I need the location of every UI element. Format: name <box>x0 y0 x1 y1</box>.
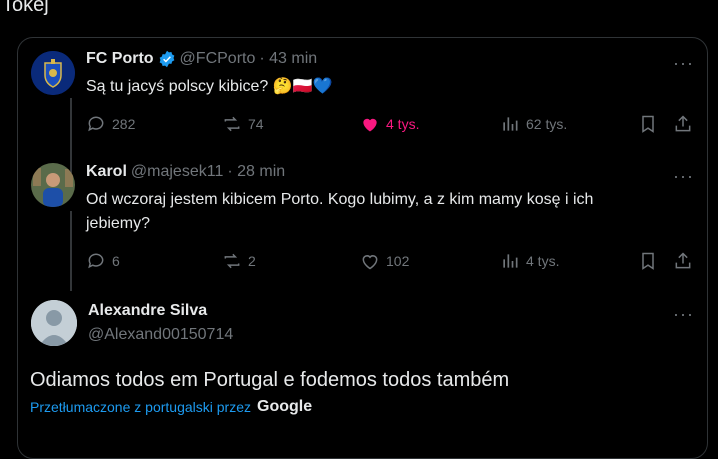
fcporto-name[interactable]: FC Porto <box>86 50 154 68</box>
like-count: 102 <box>386 253 410 269</box>
karol-avatar[interactable] <box>31 163 75 207</box>
reply-icon <box>88 116 104 132</box>
bookmark-button[interactable] <box>638 114 658 134</box>
bookmark-icon <box>642 252 654 270</box>
karol-time[interactable]: · 28 min <box>227 163 285 181</box>
translate-label[interactable]: Przetłumaczone z portugalski przez <box>30 399 251 415</box>
fcporto-header: FC Porto @FCPorto · 43 min <box>86 50 317 68</box>
karol-actions: 6 2 102 4 tys. <box>18 251 707 275</box>
more-icon[interactable]: ··· <box>673 167 694 185</box>
heart-filled-icon <box>363 118 377 132</box>
like-button[interactable]: 4 tys. <box>360 114 419 134</box>
views-button[interactable]: 62 tys. <box>500 114 567 134</box>
repost-icon <box>224 116 240 132</box>
heart-icon <box>362 255 378 270</box>
reply-count: 282 <box>112 116 136 132</box>
karol-handle[interactable]: @majesek11 <box>131 163 223 181</box>
views-icon <box>503 254 518 268</box>
reply-count: 6 <box>112 253 120 269</box>
fcporto-handle[interactable]: @FCPorto <box>180 50 256 68</box>
views-count: 62 tys. <box>526 116 568 132</box>
views-icon <box>503 117 518 131</box>
alexandre-handle-row: @Alexand00150714 <box>84 326 233 344</box>
google-logo: Google <box>257 398 313 415</box>
alexandre-tweet-text: Odiamos todos em Portugal e fodemos todo… <box>30 369 510 391</box>
more-icon[interactable]: ··· <box>673 54 694 72</box>
repost-count: 2 <box>248 253 256 269</box>
share-button[interactable] <box>673 251 693 271</box>
tweet-thread-card: FC Porto @FCPorto · 43 min ··· Są tu jac… <box>17 37 708 459</box>
verified-icon <box>158 50 176 68</box>
bookmark-button[interactable] <box>638 251 658 271</box>
views-button[interactable]: 4 tys. <box>500 251 559 271</box>
views-count: 4 tys. <box>526 253 560 269</box>
share-button[interactable] <box>673 114 693 134</box>
alexandre-handle[interactable]: @Alexand00150714 <box>88 326 233 344</box>
repost-button[interactable]: 74 <box>222 114 264 134</box>
fcporto-tweet-text: Są tu jacyś polscy kibice? 🤔🇵🇱💙 <box>86 78 333 95</box>
fcporto-time[interactable]: · 43 min <box>259 50 317 68</box>
more-icon[interactable]: ··· <box>673 305 694 323</box>
like-count: 4 tys. <box>386 116 420 132</box>
share-icon <box>675 252 691 269</box>
reply-button[interactable]: 282 <box>86 114 135 134</box>
karol-header: Karol @majesek11 · 28 min <box>86 163 285 181</box>
share-icon <box>675 115 691 132</box>
reply-button[interactable]: 6 <box>86 251 120 271</box>
alexandre-avatar[interactable] <box>31 300 77 346</box>
repost-count: 74 <box>248 116 264 132</box>
reply-icon <box>88 253 104 269</box>
alexandre-name[interactable]: Alexandre Silva <box>88 302 207 320</box>
repost-button[interactable]: 2 <box>222 251 256 271</box>
bookmark-icon <box>642 115 654 133</box>
like-button[interactable]: 102 <box>360 251 409 271</box>
fcporto-avatar[interactable] <box>31 51 75 95</box>
alexandre-header: Alexandre Silva <box>88 302 207 320</box>
translation-note: Przetłumaczone z portugalski przez Googl… <box>30 398 312 416</box>
karol-tweet-text: Od wczoraj jestem kibicem Porto. Kogo lu… <box>86 191 594 232</box>
karol-name[interactable]: Karol <box>86 163 127 181</box>
previous-tweet-text: Tokej <box>2 0 49 16</box>
repost-icon <box>224 253 240 269</box>
fcporto-actions: 282 74 4 tys. 62 tys. <box>18 114 707 138</box>
